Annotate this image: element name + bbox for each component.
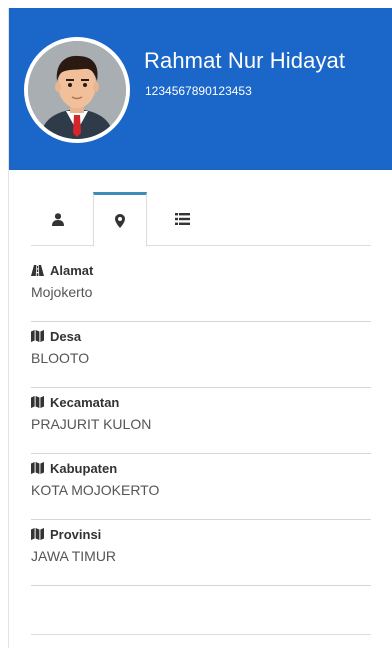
profile-body: Alamat Mojokerto Desa BLOOTO Kecamatan P… (9, 170, 392, 648)
kecamatan-value: PRAJURIT KULON (31, 416, 152, 432)
desa-label: Desa (50, 328, 82, 344)
kabupaten-value: KOTA MOJOKERTO (31, 482, 160, 498)
alamat-label: Alamat (50, 262, 94, 278)
tab-user[interactable] (31, 192, 85, 246)
map-icon (31, 396, 44, 408)
alamat-value: Mojokerto (31, 284, 93, 300)
list-item-provinsi: Provinsi JAWA TIMUR (31, 520, 371, 586)
tab-location[interactable] (93, 192, 147, 247)
profile-card: Rahmat Nur Hidayat 1234567890123453 Alam… (8, 8, 392, 648)
kecamatan-label: Kecamatan (50, 394, 120, 410)
list-item-alamat: Alamat Mojokerto (31, 256, 371, 322)
list-item-desa: Desa BLOOTO (31, 322, 371, 388)
address-list: Alamat Mojokerto Desa BLOOTO Kecamatan P… (31, 256, 371, 586)
map-icon (31, 330, 44, 342)
profile-tabs (31, 192, 371, 247)
map-icon (31, 462, 44, 474)
provinsi-label: Provinsi (50, 526, 102, 542)
list-icon (174, 213, 190, 225)
map-icon (31, 528, 44, 540)
list-item-kecamatan: Kecamatan PRAJURIT KULON (31, 388, 371, 454)
user-icon (52, 212, 64, 226)
profile-name: Rahmat Nur Hidayat (144, 48, 346, 73)
profile-id-number: 1234567890123453 (145, 84, 252, 98)
kabupaten-label: Kabupaten (50, 460, 118, 476)
provinsi-value: JAWA TIMUR (31, 548, 117, 564)
list-item-kabupaten: Kabupaten KOTA MOJOKERTO (31, 454, 371, 520)
businessman-avatar-icon (28, 41, 126, 139)
map-marker-icon (115, 213, 125, 228)
tab-list[interactable] (155, 192, 209, 246)
panel-divider (31, 634, 371, 635)
desa-value: BLOOTO (31, 350, 90, 366)
road-icon (31, 264, 44, 276)
profile-header: Rahmat Nur Hidayat 1234567890123453 (9, 8, 392, 170)
avatar (24, 37, 130, 143)
